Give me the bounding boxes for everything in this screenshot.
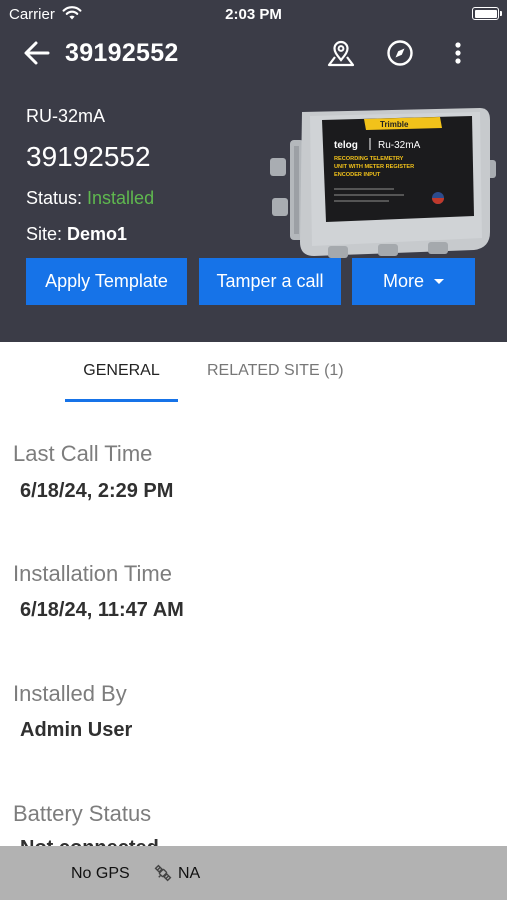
- device-status: Status: Installed: [26, 188, 154, 209]
- device-model: RU-32mA: [26, 106, 106, 126]
- tab-related-site[interactable]: RELATED SITE (1): [207, 362, 344, 380]
- compass-icon[interactable]: [385, 38, 415, 68]
- apply-template-button[interactable]: Apply Template: [26, 258, 187, 305]
- status-label: Status:: [26, 188, 88, 208]
- more-vert-icon[interactable]: [443, 38, 473, 68]
- device-brand-label: Trimble: [380, 120, 409, 129]
- last-call-time-label: Last Call Time: [13, 441, 153, 466]
- last-call-time-value: 6/18/24, 2:29 PM: [20, 480, 174, 502]
- battery-icon: [472, 7, 502, 20]
- battery-status-label: Battery Status: [13, 801, 152, 826]
- tab-bar: GENERAL RELATED SITE (1): [0, 342, 507, 402]
- tamper-call-button[interactable]: Tamper a call: [199, 258, 341, 305]
- device-image: Trimble telog Ru-32mA RECORDING TELEMETR…: [270, 108, 496, 258]
- gps-status: No GPS: [71, 865, 130, 882]
- svg-text:RECORDING TELEMETRY: RECORDING TELEMETRY: [334, 156, 404, 162]
- map-pin-icon[interactable]: [326, 38, 356, 68]
- installation-time-value: 6/18/24, 11:47 AM: [20, 599, 184, 621]
- more-dropdown-button[interactable]: More: [352, 258, 475, 305]
- installed-by-label: Installed By: [13, 681, 127, 706]
- device-logo-label: telog: [334, 140, 358, 151]
- gps-status-footer: No GPS NA: [0, 846, 507, 900]
- svg-text:UNIT WITH METER REGISTER: UNIT WITH METER REGISTER: [334, 164, 414, 170]
- caret-down-icon: [434, 279, 444, 284]
- device-header: Carrier 2:03 PM 39192552 RU-32mA 3919255…: [0, 0, 507, 342]
- satellite-count: NA: [178, 865, 201, 882]
- site-value: Demo1: [67, 224, 128, 244]
- installation-time-label: Installation Time: [13, 561, 172, 586]
- device-model-label: Ru-32mA: [378, 140, 421, 151]
- ios-status-bar: Carrier 2:03 PM: [0, 0, 507, 30]
- nav-bar: 39192552: [0, 30, 507, 76]
- active-tab-indicator: [65, 399, 178, 402]
- installed-by-value: Admin User: [20, 719, 133, 741]
- clock-time: 2:03 PM: [225, 6, 282, 23]
- status-badge: Installed: [87, 188, 155, 208]
- satellite-icon: [154, 864, 172, 882]
- back-arrow-icon[interactable]: [22, 38, 52, 68]
- site-label: Site:: [26, 224, 68, 244]
- tab-general[interactable]: GENERAL: [65, 362, 178, 380]
- svg-text:ENCODER INPUT: ENCODER INPUT: [334, 172, 381, 178]
- device-serial: 39192552: [26, 141, 151, 172]
- device-site: Site: Demo1: [26, 224, 127, 245]
- page-title: 39192552: [65, 39, 179, 67]
- more-button-label: More: [382, 271, 424, 291]
